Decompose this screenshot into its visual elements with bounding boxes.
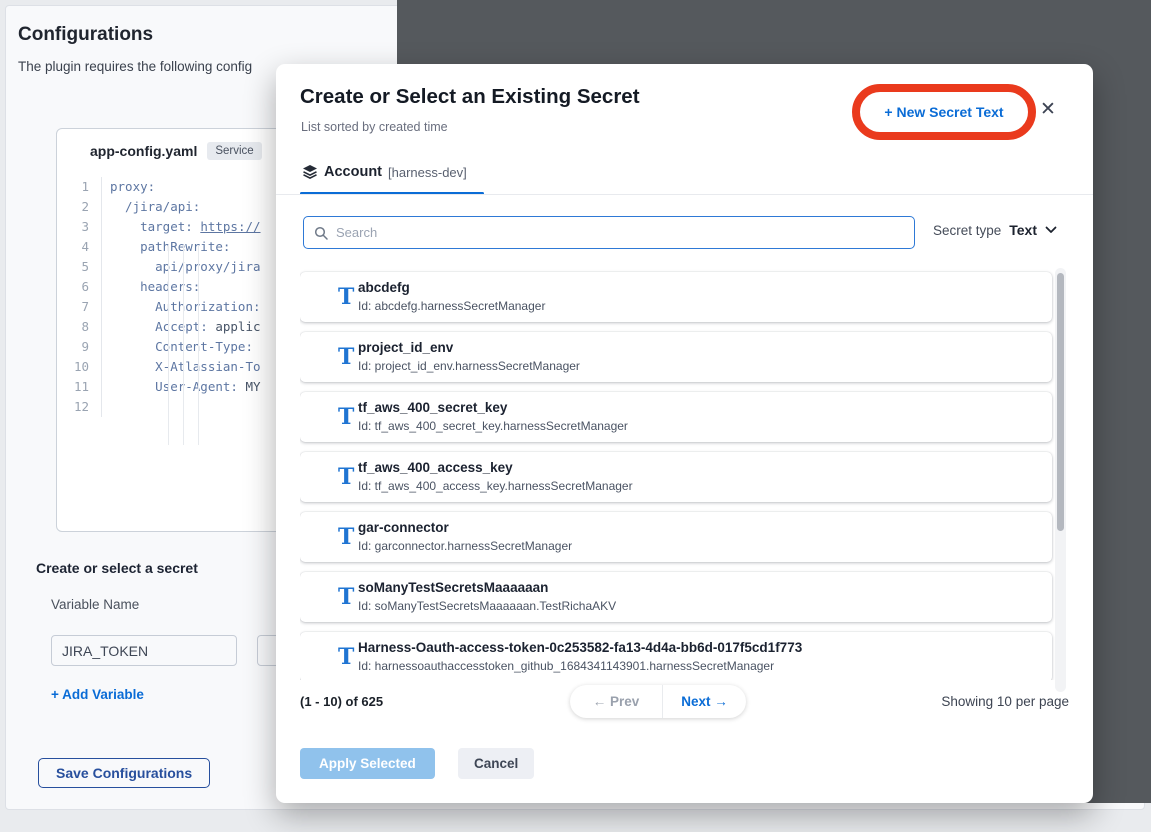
secret-list-item[interactable]: T abcdefg Id: abcdefg.harnessSecretManag…: [300, 272, 1052, 322]
next-button[interactable]: Next →: [663, 685, 746, 718]
search-input[interactable]: [336, 225, 914, 240]
text-secret-icon: T: [338, 346, 354, 368]
indent-guide: [183, 245, 184, 445]
red-annotation-circle: + New Secret Text: [852, 84, 1036, 140]
code-text: X-Atlassian-To: [101, 357, 261, 377]
tab-account-scope: [harness-dev]: [388, 165, 467, 180]
code-text: proxy:: [101, 177, 155, 197]
search-icon: [314, 226, 328, 240]
prev-button[interactable]: ← Prev: [570, 685, 663, 718]
secret-name: Harness-Oauth-access-token-0c253582-fa13…: [358, 639, 802, 657]
secret-list: T abcdefg Id: abcdefg.harnessSecretManag…: [300, 262, 1056, 680]
text-secret-icon: T: [338, 286, 354, 308]
new-secret-text-button[interactable]: + New Secret Text: [884, 104, 1003, 120]
secret-list-item[interactable]: T Harness-Oauth-access-token-0c253582-fa…: [300, 632, 1052, 680]
secret-id: Id: soManyTestSecretsMaaaaaan.TestRichaA…: [358, 598, 616, 614]
save-configurations-button[interactable]: Save Configurations: [38, 758, 210, 788]
scrollbar-thumb[interactable]: [1057, 273, 1064, 531]
secret-name: gar-connector: [358, 519, 572, 537]
indent-guide: [198, 245, 199, 445]
tab-divider: [276, 194, 1093, 195]
modal-title: Create or Select an Existing Secret: [300, 85, 640, 109]
secret-type-value[interactable]: Text: [1009, 222, 1037, 238]
code-text: Content-Type:: [101, 337, 253, 357]
service-badge: Service: [207, 142, 261, 160]
cancel-button[interactable]: Cancel: [458, 748, 534, 779]
text-secret-icon: T: [338, 646, 354, 668]
variable-name-input[interactable]: [51, 635, 237, 666]
list-scrollbar[interactable]: [1055, 268, 1066, 692]
code-text: User-Agent: MY: [101, 377, 261, 397]
page-subtitle: The plugin requires the following config: [18, 59, 252, 74]
secret-id: Id: harnessoauthaccesstoken_github_16843…: [358, 658, 802, 674]
secret-name: project_id_env: [358, 339, 580, 357]
indent-guide: [168, 245, 169, 445]
text-secret-icon: T: [338, 466, 354, 488]
tab-account[interactable]: Account [harness-dev]: [302, 164, 467, 180]
line-number: 3: [57, 217, 101, 237]
secret-list-item[interactable]: T tf_aws_400_access_key Id: tf_aws_400_a…: [300, 452, 1052, 502]
search-box[interactable]: [303, 216, 915, 249]
variable-name-label: Variable Name: [51, 597, 139, 612]
editor-header: app-config.yaml Service: [90, 142, 262, 160]
page-title: Configurations: [18, 24, 153, 46]
secret-list-item[interactable]: T gar-connector Id: garconnector.harness…: [300, 512, 1052, 562]
apply-selected-button[interactable]: Apply Selected: [300, 748, 435, 779]
close-icon[interactable]: ✕: [1040, 100, 1056, 120]
secret-id: Id: tf_aws_400_access_key.harnessSecretM…: [358, 478, 633, 494]
secret-name: tf_aws_400_secret_key: [358, 399, 628, 417]
chevron-down-icon: [1045, 226, 1057, 234]
secret-type-selector[interactable]: Secret type Text: [933, 222, 1057, 238]
secret-section-heading: Create or select a secret: [36, 560, 198, 576]
secret-list-item[interactable]: T project_id_env Id: project_id_env.harn…: [300, 332, 1052, 382]
code-text: headers:: [101, 277, 200, 297]
secret-list-item[interactable]: T soManyTestSecretsMaaaaaan Id: soManyTe…: [300, 572, 1052, 622]
pagination-range: (1 - 10) of 625: [300, 694, 383, 709]
secret-name: tf_aws_400_access_key: [358, 459, 633, 477]
code-text: /jira/api:: [101, 197, 200, 217]
line-number: 7: [57, 297, 101, 317]
text-secret-icon: T: [338, 526, 354, 548]
tab-account-label: Account: [324, 164, 382, 180]
editor-filename: app-config.yaml: [90, 143, 197, 159]
code-text: [101, 397, 110, 417]
modal-subtitle: List sorted by created time: [301, 120, 448, 134]
secret-name: abcdefg: [358, 279, 545, 297]
select-secret-modal: Create or Select an Existing Secret List…: [276, 64, 1093, 803]
secret-id: Id: project_id_env.harnessSecretManager: [358, 358, 580, 374]
pagination-pill: ← Prev Next →: [570, 685, 746, 718]
line-number: 9: [57, 337, 101, 357]
text-secret-icon: T: [338, 586, 354, 608]
line-number: 8: [57, 317, 101, 337]
line-number: 5: [57, 257, 101, 277]
secret-list-item[interactable]: T tf_aws_400_secret_key Id: tf_aws_400_s…: [300, 392, 1052, 442]
per-page-label: Showing 10 per page: [941, 694, 1069, 709]
line-number: 1: [57, 177, 101, 197]
code-text: Authorization:: [101, 297, 261, 317]
secret-name: soManyTestSecretsMaaaaaan: [358, 579, 616, 597]
line-number: 11: [57, 377, 101, 397]
add-variable-link[interactable]: + Add Variable: [51, 687, 144, 702]
secret-id: Id: garconnector.harnessSecretManager: [358, 538, 572, 554]
code-text: pathRewrite:: [101, 237, 230, 257]
line-number: 10: [57, 357, 101, 377]
layers-icon: [302, 164, 318, 180]
line-number: 6: [57, 277, 101, 297]
secret-id: Id: abcdefg.harnessSecretManager: [358, 298, 545, 314]
code-text: Accept: applic: [101, 317, 261, 337]
line-number: 2: [57, 197, 101, 217]
secret-type-label: Secret type: [933, 223, 1001, 238]
text-secret-icon: T: [338, 406, 354, 428]
line-number: 12: [57, 397, 101, 417]
code-text: api/proxy/jira: [101, 257, 261, 277]
code-text: target: https://: [101, 217, 261, 237]
line-number: 4: [57, 237, 101, 257]
secret-id: Id: tf_aws_400_secret_key.harnessSecretM…: [358, 418, 628, 434]
